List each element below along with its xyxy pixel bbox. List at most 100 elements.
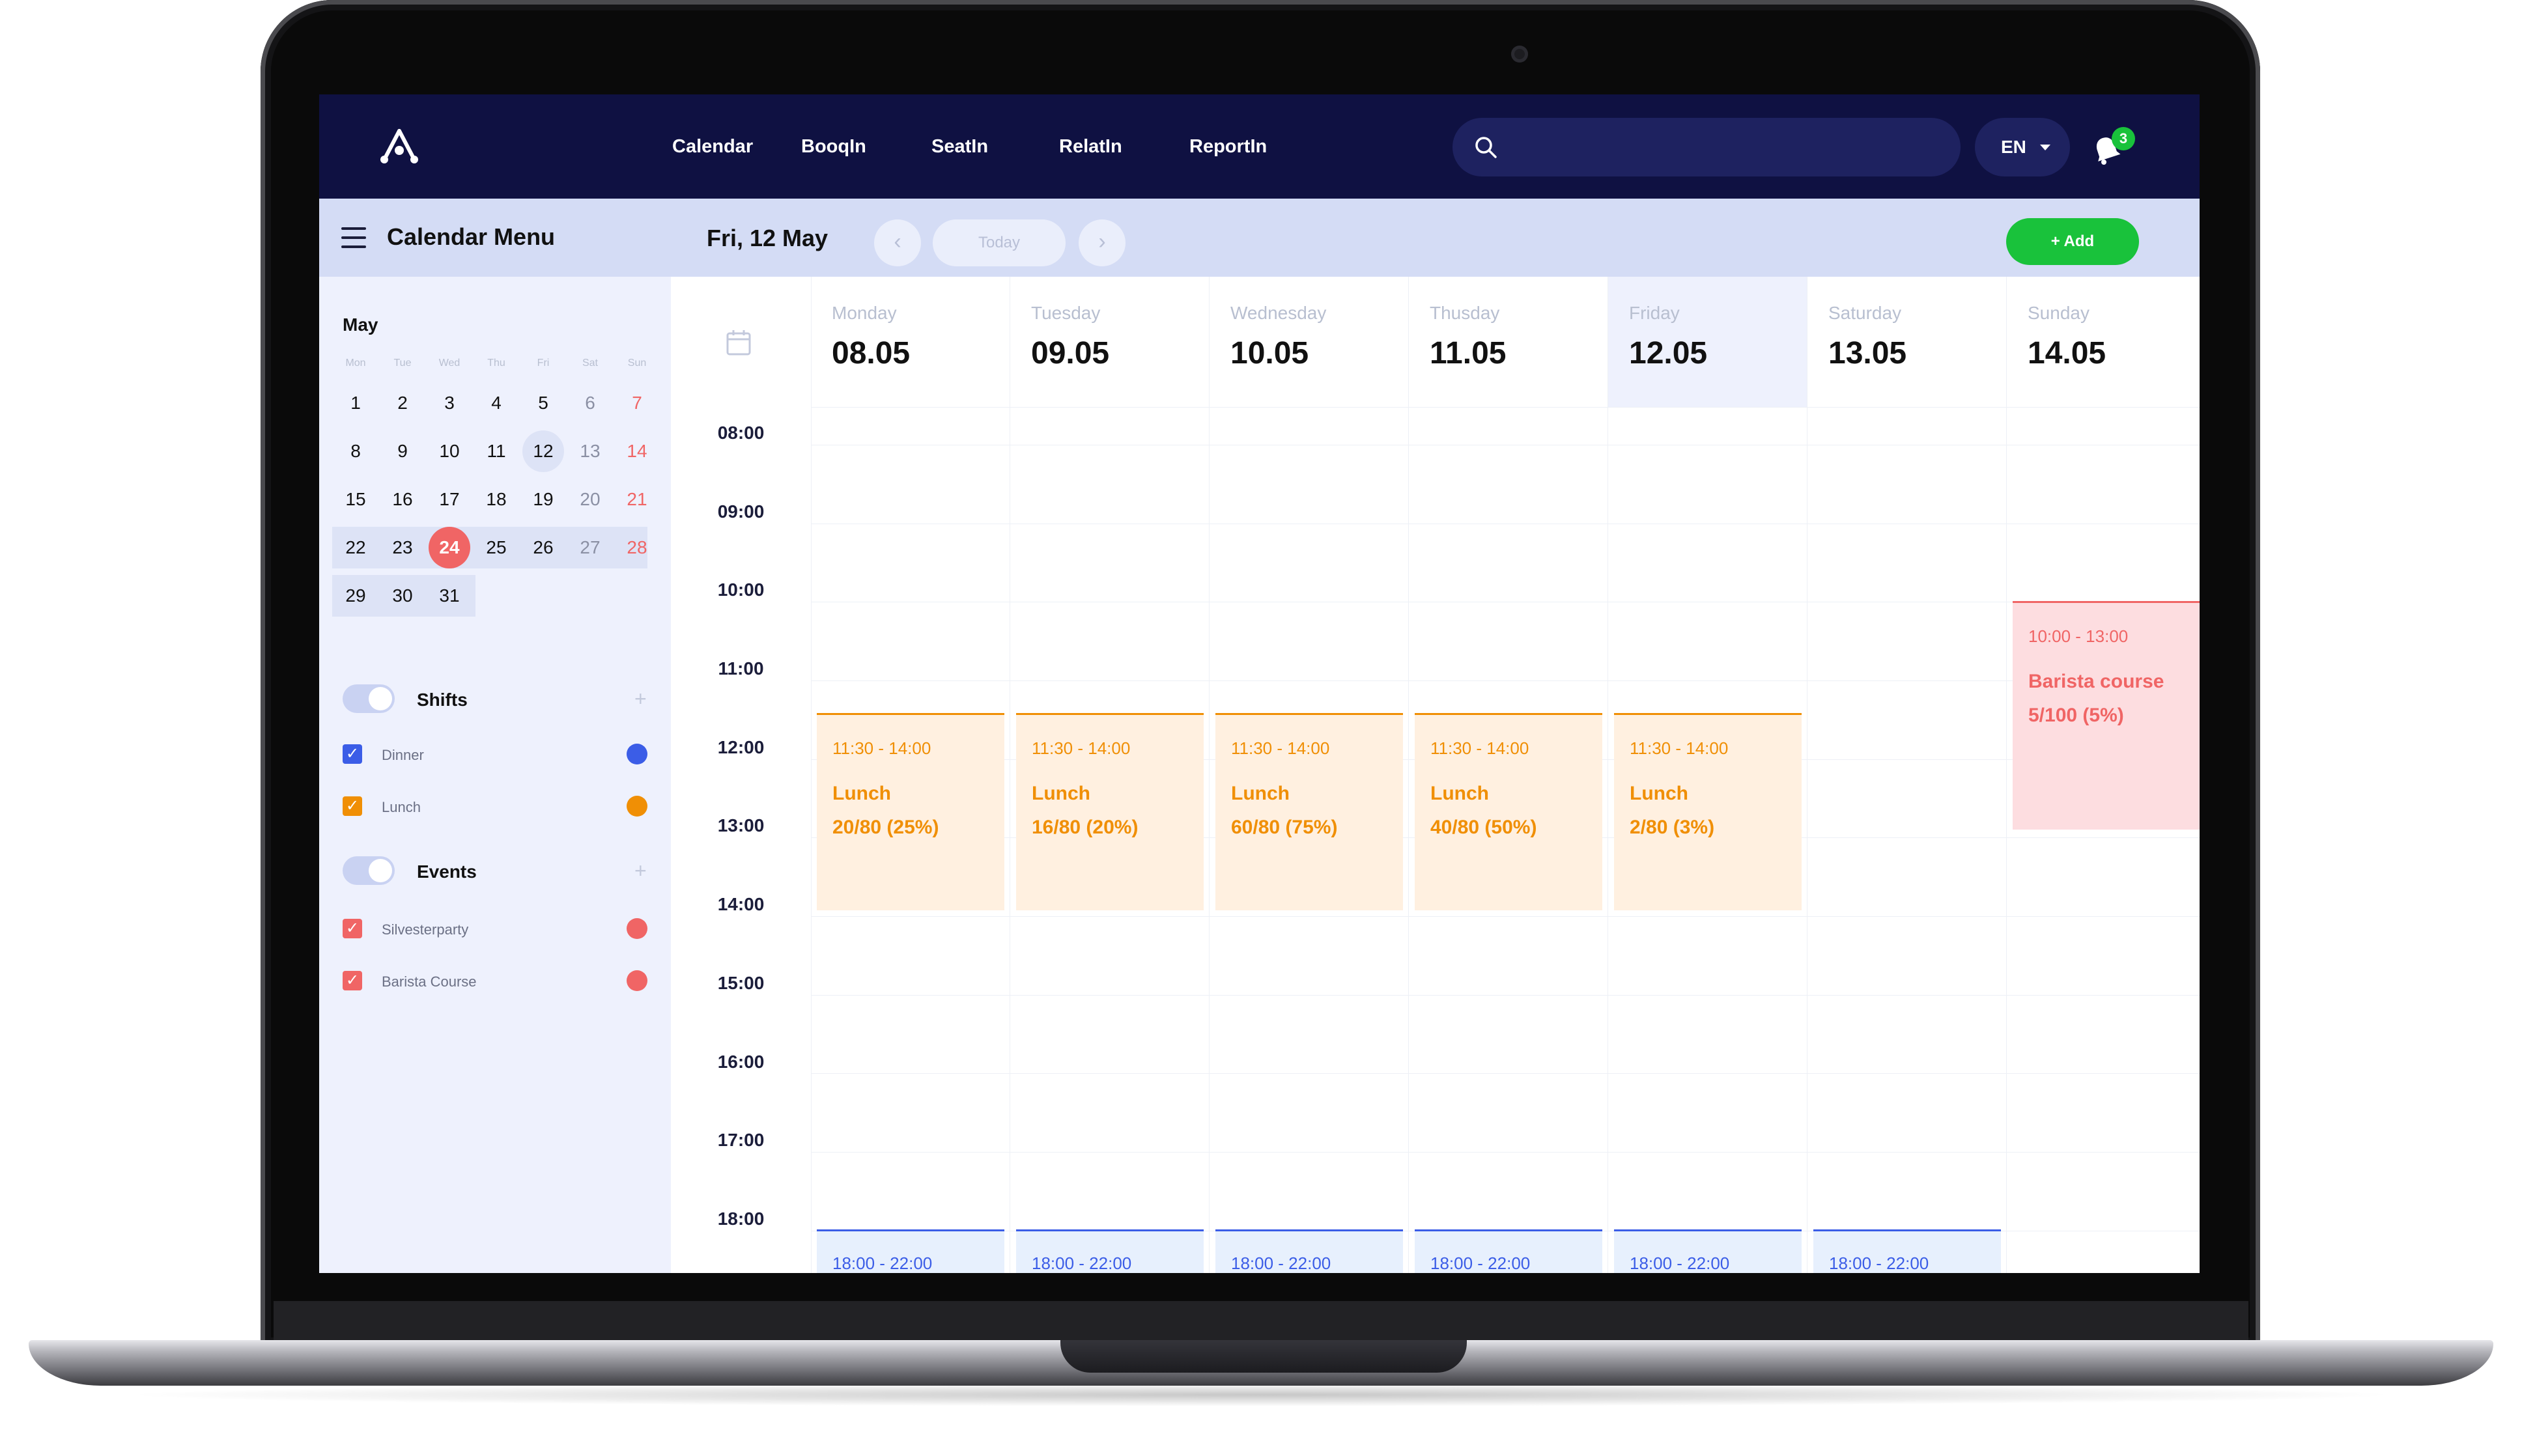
dinner-event-monday[interactable]: 18:00 - 22:00 — [817, 1229, 1004, 1273]
mini-cal-day[interactable]: 26 — [520, 527, 567, 568]
mini-cal-day[interactable]: 4 — [473, 382, 520, 424]
next-week-button[interactable]: › — [1079, 219, 1126, 266]
mini-cal-day[interactable]: 21 — [614, 479, 660, 520]
mini-cal-day[interactable]: 5 — [520, 382, 567, 424]
mini-cal-day[interactable]: 18 — [473, 479, 520, 520]
language-selector[interactable]: EN — [1975, 118, 2070, 176]
mini-cal-day[interactable]: 8 — [332, 430, 379, 472]
weekday-label: Fri — [537, 357, 550, 369]
mini-cal-day[interactable]: 12 — [520, 430, 567, 472]
mini-cal-day[interactable]: 17 — [426, 479, 473, 520]
dinner-event-tuesday[interactable]: 18:00 - 22:00 — [1016, 1229, 1204, 1273]
dinner-event-saturday[interactable]: 18:00 - 22:00 — [1813, 1229, 2001, 1273]
silvesterparty-label: Silvesterparty — [382, 921, 469, 938]
mini-cal-day[interactable]: 29 — [332, 575, 379, 617]
time-gutter: 08:00 09:00 10:00 11:00 12:00 13:00 14:0… — [671, 277, 811, 1273]
hamburger-icon[interactable] — [341, 227, 366, 248]
day-header-saturday[interactable]: Saturday 13.05 — [1807, 277, 2006, 407]
mini-cal-day[interactable]: 30 — [379, 575, 426, 617]
mini-cal-day[interactable]: 1 — [332, 382, 379, 424]
nav-item-reportin[interactable]: ReportIn — [1189, 94, 1267, 199]
time-label: 11:00 — [718, 658, 764, 679]
event-name: Lunch — [832, 783, 891, 804]
column-divider — [2006, 277, 2007, 1273]
barista-course-event[interactable]: 10:00 - 13:00 Barista course 5/100 (5%) — [2013, 601, 2200, 830]
mini-cal-day[interactable]: 19 — [520, 479, 567, 520]
lunch-event-monday[interactable]: 11:30 - 14:00 Lunch 20/80 (25%) — [817, 713, 1004, 910]
mini-cal-day[interactable]: 9 — [379, 430, 426, 472]
lunch-label: Lunch — [382, 799, 421, 815]
event-capacity: 40/80 (50%) — [1430, 817, 1537, 838]
add-button[interactable]: + Add — [2006, 218, 2139, 265]
barista-course-checkbox[interactable]: ✓ — [343, 971, 362, 990]
events-toggle[interactable] — [343, 856, 395, 885]
prev-week-button[interactable]: ‹ — [874, 219, 921, 266]
mini-cal-day[interactable]: 14 — [614, 430, 660, 472]
calendar-menu-title: Calendar Menu — [387, 223, 556, 250]
sidebar: May Mon Tue Wed Thu Fri Sat Sun 1 2 3 4 … — [319, 277, 671, 1273]
shifts-title: Shifts — [417, 690, 468, 710]
lunch-checkbox[interactable]: ✓ — [343, 796, 362, 816]
weekday-label: Thu — [487, 357, 505, 369]
time-label: 13:00 — [717, 815, 765, 835]
barista-course-label: Barista Course — [382, 973, 477, 990]
lunch-event-wednesday[interactable]: 11:30 - 14:00 Lunch 60/80 (75%) — [1215, 713, 1403, 910]
mini-cal-day[interactable]: 11 — [473, 430, 520, 472]
mini-cal-day[interactable]: 27 — [567, 527, 614, 568]
event-time: 18:00 - 22:00 — [1231, 1253, 1331, 1273]
dinner-checkbox[interactable]: ✓ — [343, 744, 362, 764]
add-shift-button[interactable]: + — [634, 687, 647, 711]
search-input[interactable] — [1511, 118, 1944, 178]
mini-cal-day[interactable]: 25 — [473, 527, 520, 568]
day-header-monday[interactable]: Monday 08.05 — [811, 277, 1010, 407]
mini-cal-day-selected[interactable]: 24 — [426, 527, 473, 568]
event-time: 11:30 - 14:00 — [832, 738, 931, 758]
day-name: Friday — [1629, 303, 1680, 323]
day-name: Thusday — [1430, 303, 1500, 323]
mini-cal-day[interactable]: 20 — [567, 479, 614, 520]
time-label: 14:00 — [717, 894, 765, 914]
nav-item-calendar[interactable]: Calendar — [672, 94, 753, 199]
weekday-label: Wed — [438, 357, 460, 369]
lunch-event-friday[interactable]: 11:30 - 14:00 Lunch 2/80 (3%) — [1614, 713, 1802, 910]
silvesterparty-checkbox[interactable]: ✓ — [343, 919, 362, 938]
calendar-icon[interactable] — [726, 329, 752, 356]
mini-cal-day[interactable]: 23 — [379, 527, 426, 568]
mini-cal-day[interactable]: 2 — [379, 382, 426, 424]
mini-cal-day[interactable]: 31 — [426, 575, 473, 617]
day-header-thursday[interactable]: Thusday 11.05 — [1409, 277, 1608, 407]
dinner-event-thursday[interactable]: 18:00 - 22:00 — [1415, 1229, 1602, 1273]
mini-cal-day[interactable]: 22 — [332, 527, 379, 568]
day-date: 13.05 — [1828, 336, 1907, 371]
today-button[interactable]: Today — [933, 219, 1066, 266]
dinner-event-friday[interactable]: 18:00 - 22:00 — [1614, 1229, 1802, 1273]
camera — [1511, 46, 1528, 63]
mini-cal-day[interactable]: 15 — [332, 479, 379, 520]
nav-item-seatin[interactable]: SeatIn — [931, 94, 988, 199]
day-header-friday[interactable]: Friday 12.05 — [1608, 277, 1807, 407]
nav-item-relatin[interactable]: RelatIn — [1059, 94, 1122, 199]
mini-cal-day[interactable]: 13 — [567, 430, 614, 472]
lunch-event-tuesday[interactable]: 11:30 - 14:00 Lunch 16/80 (20%) — [1016, 713, 1204, 910]
nav-item-booqin[interactable]: BooqIn — [801, 94, 866, 199]
event-capacity: 5/100 (5%) — [2028, 705, 2124, 726]
lunch-event-thursday[interactable]: 11:30 - 14:00 Lunch 40/80 (50%) — [1415, 713, 1602, 910]
mini-cal-day[interactable]: 10 — [426, 430, 473, 472]
language-label: EN — [2001, 137, 2026, 157]
day-header-tuesday[interactable]: Tuesday 09.05 — [1010, 277, 1209, 407]
laptop-shadow — [117, 1383, 2405, 1407]
mini-cal-day[interactable]: 6 — [567, 382, 614, 424]
event-time: 11:30 - 14:00 — [1630, 738, 1729, 758]
mini-cal-day[interactable]: 28 — [614, 527, 660, 568]
day-header-sunday[interactable]: Sunday 14.05 — [2007, 277, 2200, 407]
mini-cal-day[interactable]: 3 — [426, 382, 473, 424]
day-header-wednesday[interactable]: Wednesday 10.05 — [1210, 277, 1408, 407]
app-logo[interactable] — [379, 128, 419, 165]
mini-cal-day[interactable]: 7 — [614, 382, 660, 424]
search-icon[interactable] — [1473, 135, 1498, 160]
shifts-toggle[interactable] — [343, 684, 395, 713]
day-date: 08.05 — [832, 336, 911, 371]
add-event-button[interactable]: + — [634, 859, 647, 883]
dinner-event-wednesday[interactable]: 18:00 - 22:00 — [1215, 1229, 1403, 1273]
mini-cal-day[interactable]: 16 — [379, 479, 426, 520]
